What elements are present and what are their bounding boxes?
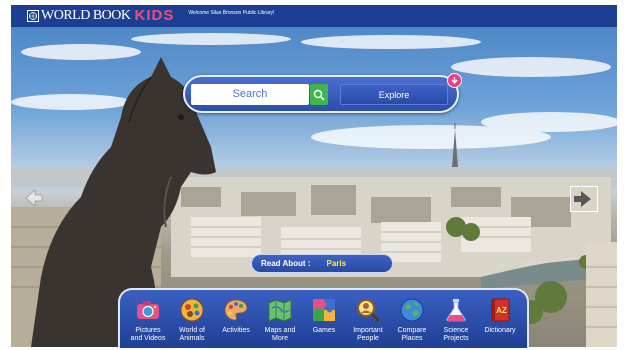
nav-item-games[interactable]: Games — [302, 296, 346, 348]
logo-kids-text: KIDS — [134, 7, 175, 24]
nav-label: Activities — [222, 327, 250, 334]
puzzle-icon — [313, 299, 335, 321]
nav-item-pictures-and-videos[interactable]: Pictures and Videos — [126, 296, 170, 348]
down-arrow-pin-icon — [451, 77, 458, 85]
nav-item-science-projects[interactable]: Science Projects — [434, 296, 478, 348]
dictionary-icon: AZ — [491, 298, 510, 322]
next-image-arrow-button[interactable] — [570, 186, 598, 212]
search-bar: Explore — [183, 73, 462, 113]
search-button[interactable] — [310, 84, 328, 105]
nav-label: Maps and More — [264, 327, 296, 342]
nav-label: Pictures and Videos — [130, 327, 166, 342]
nav-label: Games — [312, 327, 336, 334]
pin-button[interactable] — [447, 73, 462, 88]
next-arrow-icon — [574, 191, 591, 207]
palette-icon — [224, 299, 248, 321]
site-header: WORLD BOOK KIDS Welcome Silas Bronson Pu… — [11, 5, 617, 27]
nav-item-dictionary[interactable]: AZ Dictionary — [478, 296, 522, 348]
svg-text:AZ: AZ — [496, 306, 507, 315]
logo-world-book-text: WORLD BOOK — [41, 8, 131, 23]
bottom-navigation: Pictures and Videos World of Animals Activ… — [118, 288, 529, 348]
nav-item-activities[interactable]: Activities — [214, 296, 258, 348]
camera-icon — [137, 301, 159, 319]
search-icon — [313, 89, 325, 101]
previous-image-arrow-icon[interactable] — [22, 187, 44, 209]
read-about-label: Read About : — [261, 259, 311, 268]
nav-item-world-of-animals[interactable]: World of Animals — [170, 296, 214, 348]
globe-logo-icon — [27, 10, 39, 22]
nav-label: Compare Places — [397, 327, 427, 342]
nav-label: World of Animals — [179, 327, 205, 342]
nav-item-important-people[interactable]: Important People — [346, 296, 390, 348]
welcome-message: Welcome Silas Bronson Public Library! — [188, 9, 275, 16]
search-input[interactable] — [191, 84, 309, 105]
read-about-banner[interactable]: Read About : Paris — [251, 254, 393, 273]
world-book-kids-logo[interactable]: WORLD BOOK KIDS — [11, 5, 174, 27]
explore-button[interactable]: Explore — [340, 84, 448, 105]
animals-icon — [180, 298, 204, 322]
map-icon — [268, 299, 292, 322]
nav-label: Dictionary — [484, 327, 516, 334]
read-about-link[interactable]: Paris — [326, 259, 346, 268]
nav-label: Science Projects — [443, 327, 469, 342]
magnifier-icon — [357, 299, 381, 323]
nav-item-maps-and-more[interactable]: Maps and More — [258, 296, 302, 348]
nav-label: Important People — [353, 327, 383, 342]
globe-icon — [400, 298, 424, 322]
flask-icon — [446, 299, 466, 322]
nav-item-compare-places[interactable]: Compare Places — [390, 296, 434, 348]
